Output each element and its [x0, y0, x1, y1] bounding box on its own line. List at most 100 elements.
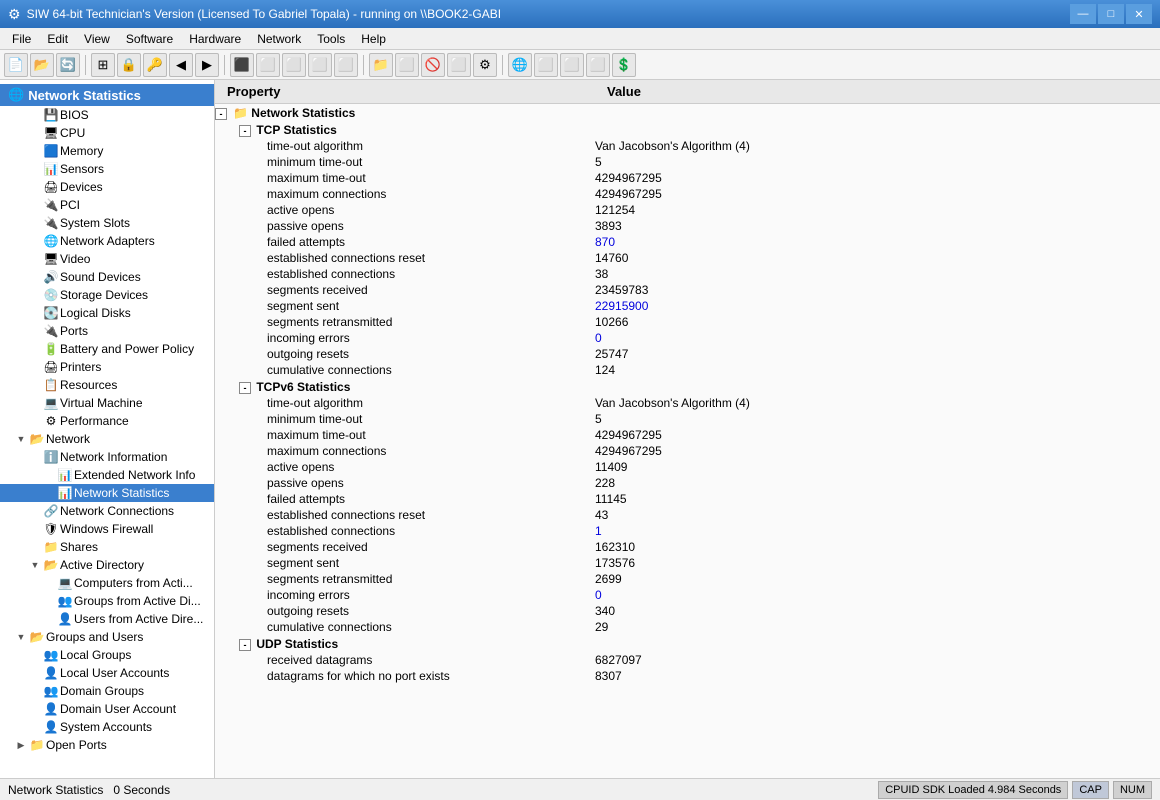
minimize-button[interactable]: —: [1070, 4, 1096, 24]
sidebar-item-groups-from-active[interactable]: 👥Groups from Active Di...: [0, 592, 214, 610]
sidebar-item-sensors[interactable]: 📊Sensors: [0, 160, 214, 178]
menu-item-view[interactable]: View: [76, 30, 118, 48]
table-row: segments retransmitted10266: [215, 314, 1160, 330]
sidebar-item-system-accounts[interactable]: 👤System Accounts: [0, 718, 214, 736]
sidebar-item-memory[interactable]: 🟦Memory: [0, 142, 214, 160]
sound-devices-icon: 🔊: [42, 269, 60, 285]
sidebar-item-extended-network[interactable]: 📊Extended Network Info: [0, 466, 214, 484]
toolbar-b12[interactable]: 💲: [612, 53, 636, 77]
sidebar-item-network-adapters[interactable]: 🌐Network Adapters: [0, 232, 214, 250]
sidebar-item-printers[interactable]: 🖨Printers: [0, 358, 214, 376]
sidebar-item-computers-from-active[interactable]: 💻Computers from Acti...: [0, 574, 214, 592]
cpu-icon: 🖥: [42, 125, 60, 141]
sidebar-item-pci[interactable]: 🔌PCI: [0, 196, 214, 214]
cap-badge[interactable]: CAP: [1072, 781, 1109, 799]
sidebar-item-domain-user-account[interactable]: 👤Domain User Account: [0, 700, 214, 718]
sidebar-item-video[interactable]: 🖥Video: [0, 250, 214, 268]
menu-item-hardware[interactable]: Hardware: [181, 30, 249, 48]
menu-item-help[interactable]: Help: [353, 30, 394, 48]
prop-tcp-statistics-9: segments received: [215, 282, 595, 298]
toolbar-b2[interactable]: ⬜: [256, 53, 280, 77]
toolbar-forward[interactable]: ▶: [195, 53, 219, 77]
prop-tcpv6-statistics-11: segments retransmitted: [215, 571, 595, 587]
udp-statistics-expander[interactable]: -: [239, 639, 251, 651]
sidebar-item-system-slots[interactable]: 🔌System Slots: [0, 214, 214, 232]
sidebar-item-network[interactable]: ▼📂Network: [0, 430, 214, 448]
toolbar-b8[interactable]: 🌐: [508, 53, 532, 77]
content-area: Property Value -📁 Network Statistics- TC…: [215, 80, 1160, 778]
sidebar-item-storage-devices[interactable]: 💿Storage Devices: [0, 286, 214, 304]
toolbar-lock[interactable]: 🔒: [117, 53, 141, 77]
sidebar-item-network-connections[interactable]: 🔗Network Connections: [0, 502, 214, 520]
prop-tcpv6-statistics-12: incoming errors: [215, 587, 595, 603]
toolbar-b5[interactable]: ⬜: [334, 53, 358, 77]
sidebar-item-local-groups[interactable]: 👥Local Groups: [0, 646, 214, 664]
toolbar-b10[interactable]: ⬜: [560, 53, 584, 77]
toolbar-b9[interactable]: ⬜: [534, 53, 558, 77]
val-tcpv6-statistics-1: 5: [595, 411, 1160, 427]
prop-udp-statistics-0: received datagrams: [215, 652, 595, 668]
network-statistics-expander[interactable]: -: [215, 108, 227, 120]
toolbar-b11[interactable]: ⬜: [586, 53, 610, 77]
menu-item-edit[interactable]: Edit: [39, 30, 76, 48]
table-row: failed attempts11145: [215, 491, 1160, 507]
toolbar-open[interactable]: 📂: [30, 53, 54, 77]
devices-label: Devices: [60, 180, 103, 194]
toolbar-grid[interactable]: ⊞: [91, 53, 115, 77]
maximize-button[interactable]: □: [1098, 4, 1124, 24]
num-badge[interactable]: NUM: [1113, 781, 1152, 799]
val-tcp-statistics-13: 25747: [595, 346, 1160, 362]
toolbar-b3[interactable]: ⬜: [282, 53, 306, 77]
tcpv6-statistics-expander[interactable]: -: [239, 382, 251, 394]
toolbar-b7[interactable]: ⬜: [447, 53, 471, 77]
sidebar-item-battery[interactable]: 🔋Battery and Power Policy: [0, 340, 214, 358]
toolbar-gear[interactable]: ⚙: [473, 53, 497, 77]
open-ports-expander[interactable]: ▶: [14, 740, 28, 751]
sidebar-item-virtual-machine[interactable]: 💻Virtual Machine: [0, 394, 214, 412]
tcp-statistics-expander[interactable]: -: [239, 125, 251, 137]
groups-users-expander[interactable]: ▼: [14, 632, 28, 642]
sidebar-item-open-ports[interactable]: ▶📁Open Ports: [0, 736, 214, 754]
sidebar-item-resources[interactable]: 📋Resources: [0, 376, 214, 394]
active-directory-expander[interactable]: ▼: [28, 560, 42, 570]
sidebar-item-local-user-accounts[interactable]: 👤Local User Accounts: [0, 664, 214, 682]
menu-item-tools[interactable]: Tools: [309, 30, 353, 48]
sidebar-item-ports[interactable]: 🔌Ports: [0, 322, 214, 340]
sidebar-item-sound-devices[interactable]: 🔊Sound Devices: [0, 268, 214, 286]
menu-item-software[interactable]: Software: [118, 30, 181, 48]
sidebar-item-groups-users[interactable]: ▼📂Groups and Users: [0, 628, 214, 646]
network-statistics-label: Network Statistics: [251, 106, 355, 120]
toolbar-b4[interactable]: ⬜: [308, 53, 332, 77]
toolbar-stop[interactable]: 🚫: [421, 53, 445, 77]
toolbar-back[interactable]: ◀: [169, 53, 193, 77]
menu-item-file[interactable]: File: [4, 30, 39, 48]
computers-from-active-label: Computers from Acti...: [74, 576, 193, 590]
sidebar-item-network-information[interactable]: ℹ️Network Information: [0, 448, 214, 466]
sidebar-item-domain-groups[interactable]: 👥Domain Groups: [0, 682, 214, 700]
toolbar-b1[interactable]: ⬛: [230, 53, 254, 77]
sidebar-item-cpu[interactable]: 🖥CPU: [0, 124, 214, 142]
sidebar-item-network-statistics[interactable]: 📊Network Statistics: [0, 484, 214, 502]
toolbar-key[interactable]: 🔑: [143, 53, 167, 77]
toolbar-new[interactable]: 📄: [4, 53, 28, 77]
sidebar-item-devices[interactable]: 🖨Devices: [0, 178, 214, 196]
val-tcpv6-statistics-7: 43: [595, 507, 1160, 523]
val-tcp-statistics-12: 0: [595, 330, 1160, 346]
sidebar-item-windows-firewall[interactable]: 🛡Windows Firewall: [0, 520, 214, 538]
network-expander[interactable]: ▼: [14, 434, 28, 444]
menu-item-network[interactable]: Network: [249, 30, 309, 48]
sidebar-item-shares[interactable]: 📁Shares: [0, 538, 214, 556]
sidebar-item-logical-disks[interactable]: 💽Logical Disks: [0, 304, 214, 322]
toolbar-folder[interactable]: 📁: [369, 53, 393, 77]
toolbar-refresh[interactable]: 🔄: [56, 53, 80, 77]
network-connections-label: Network Connections: [60, 504, 174, 518]
sidebar-item-bios[interactable]: 💾BIOS: [0, 106, 214, 124]
val-tcpv6-statistics-4: 11409: [595, 459, 1160, 475]
sidebar-item-performance[interactable]: ⚙Performance: [0, 412, 214, 430]
sidebar-section-header[interactable]: 🌐 Network Statistics: [0, 84, 214, 106]
toolbar-b6[interactable]: ⬜: [395, 53, 419, 77]
sidebar-item-active-directory[interactable]: ▼📂Active Directory: [0, 556, 214, 574]
sidebar-item-users-from-active[interactable]: 👤Users from Active Dire...: [0, 610, 214, 628]
local-user-accounts-icon: 👤: [42, 665, 60, 681]
close-button[interactable]: ✕: [1126, 4, 1152, 24]
